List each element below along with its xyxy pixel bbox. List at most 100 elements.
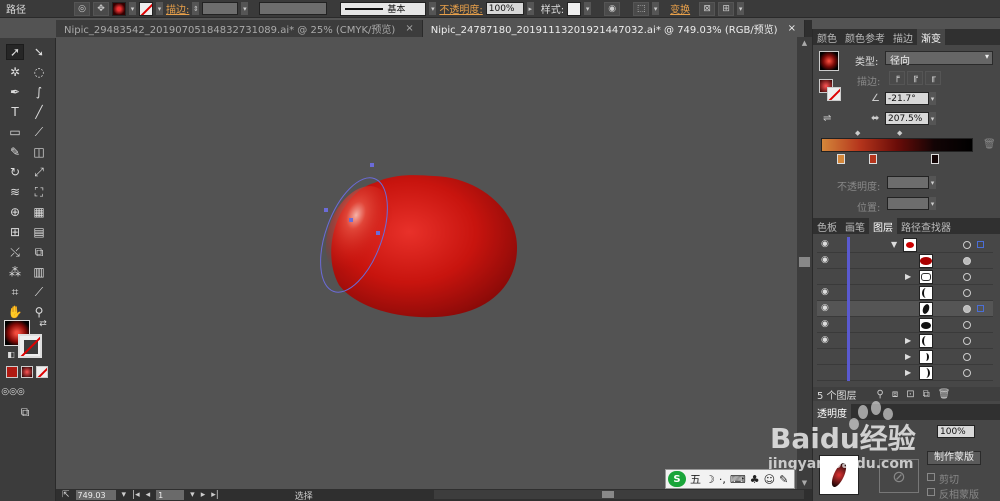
gradient-tool-icon[interactable]: ▤ (30, 224, 48, 240)
punctuation-icon[interactable]: ·, (719, 473, 726, 486)
stroke-stepper-icon[interactable]: ⇕ (192, 2, 200, 15)
eye-icon[interactable]: ◉ (821, 336, 831, 345)
chevron-down-icon[interactable]: ▼ (891, 240, 897, 249)
layer-row[interactable]: ◉ (817, 301, 993, 317)
eye-icon[interactable]: ◉ (821, 288, 831, 297)
anchor-point[interactable] (370, 163, 374, 167)
chevron-right-icon[interactable]: ▶ (905, 336, 911, 345)
slice-tool-icon[interactable]: ⟋ (30, 284, 48, 300)
tab-color-guide[interactable]: 颜色参考 (841, 29, 889, 45)
rotate-tool-icon[interactable]: ↻ (6, 164, 24, 180)
scroll-up-icon[interactable]: ▲ (799, 39, 810, 47)
layer-row[interactable]: ▶ (817, 349, 993, 365)
make-mask-button[interactable]: 制作蒙版 (927, 451, 981, 465)
lasso-tool-icon[interactable]: ◌ (30, 64, 48, 80)
pencil-tool-icon[interactable]: ✎ (6, 144, 24, 160)
variable-width-field[interactable] (259, 2, 328, 15)
artboard-tool-icon[interactable]: ⌗ (6, 284, 24, 300)
paintbrush-tool-icon[interactable]: ⟋ (30, 124, 48, 140)
clipping-mask-icon[interactable]: ⧈ (892, 389, 898, 400)
direct-selection-tool-icon[interactable]: ➘ (30, 44, 48, 60)
prev-page-icon[interactable]: ◂ (146, 490, 151, 500)
skin-icon[interactable]: ♣ (750, 473, 760, 486)
tab-document-1[interactable]: Nipic_29483542_20190705184832731089.ai* … (56, 20, 423, 37)
ime-toolbar[interactable]: S 五 ☽ ·, ⌨ ♣ ☺ ✎ (665, 469, 795, 489)
column-graph-tool-icon[interactable]: ▥ (30, 264, 48, 280)
stroke-style-box[interactable]: 基本 (340, 1, 427, 16)
opacity-dropdown-icon[interactable]: ▸ (526, 2, 534, 15)
clip-checkbox[interactable] (927, 473, 935, 481)
tab-swatches[interactable]: 色板 (813, 218, 841, 234)
layer-row[interactable]: ◉ (817, 285, 993, 301)
eraser-tool-icon[interactable]: ◫ (30, 144, 48, 160)
target-icon[interactable] (963, 321, 971, 329)
close-icon[interactable]: × (405, 23, 413, 34)
page-dropdown-icon[interactable]: ▾ (190, 490, 195, 500)
line-tool-icon[interactable]: ╱ (30, 104, 48, 120)
rectangle-tool-icon[interactable]: ▭ (6, 124, 24, 140)
export-icon[interactable]: ⇱ (62, 490, 70, 500)
scroll-down-icon[interactable]: ▼ (799, 479, 810, 487)
magic-wand-tool-icon[interactable]: ✲ (6, 64, 24, 80)
eye-icon[interactable]: ◉ (821, 320, 831, 329)
delete-stop-icon[interactable]: 🗑 (983, 139, 996, 150)
stroke-across-icon[interactable]: ╓ (925, 71, 941, 85)
user-icon[interactable]: ☺ (764, 473, 775, 486)
reverse-gradient-icon[interactable]: ⇌ (823, 113, 831, 124)
arrange-icon[interactable]: ⊞ (718, 1, 735, 16)
default-colors-icon[interactable]: ◧ (2, 346, 20, 362)
layer-row[interactable]: ▶ (817, 269, 993, 285)
aspect-dropdown-icon[interactable]: ▾ (929, 112, 936, 125)
moon-icon[interactable]: ☽ (705, 473, 715, 486)
target-icon[interactable] (963, 241, 971, 249)
gradient-slider-bar[interactable] (821, 138, 973, 152)
color-mode-button[interactable] (6, 366, 18, 378)
anchor-point[interactable] (349, 218, 353, 222)
stroke-label[interactable]: 描边: (166, 1, 189, 16)
free-transform-tool-icon[interactable]: ⛶ (30, 184, 48, 200)
tab-stroke[interactable]: 描边 (889, 29, 917, 45)
tab-layers[interactable]: 图层 (869, 218, 897, 234)
edit-icon[interactable]: ✥ (93, 1, 109, 16)
angle-dropdown-icon[interactable]: ▾ (929, 92, 936, 105)
layer-row[interactable]: ◉ (817, 253, 993, 269)
horizontal-scrollbar[interactable] (434, 490, 804, 499)
mesh-tool-icon[interactable]: ⊞ (6, 224, 24, 240)
transform-icon[interactable]: ⊠ (699, 1, 716, 16)
tab-brushes[interactable]: 画笔 (841, 218, 869, 234)
last-page-icon[interactable]: ▸| (211, 490, 219, 500)
stroke-weight-field[interactable] (202, 2, 239, 15)
stop-location-dropdown-icon[interactable]: ▾ (929, 197, 936, 210)
screen-mode-icon[interactable]: ⧉ (16, 404, 34, 420)
fill-swatch[interactable] (112, 1, 126, 16)
stroke-dropdown-icon[interactable]: ▾ (156, 2, 163, 15)
perspective-grid-tool-icon[interactable]: ▦ (30, 204, 48, 220)
align-icon[interactable]: ⬚ (633, 1, 650, 16)
invert-mask-checkbox[interactable] (927, 488, 935, 496)
target-icon[interactable] (963, 305, 971, 313)
warp-tool-icon[interactable]: ≋ (6, 184, 24, 200)
selection-tool-icon[interactable]: ➚ (6, 44, 24, 60)
stop-opacity-field[interactable] (887, 176, 929, 189)
color-stop-icon[interactable] (931, 154, 939, 164)
recolor-icon[interactable]: ◉ (604, 1, 621, 16)
target-icon[interactable] (963, 353, 971, 361)
align-dropdown-icon[interactable]: ▾ (652, 2, 660, 15)
midpoint-diamond-icon[interactable]: ◆ (855, 129, 860, 137)
transform-label[interactable]: 变换 (670, 1, 690, 16)
layer-row[interactable]: ◉ (817, 317, 993, 333)
tab-color[interactable]: 颜色 (813, 29, 841, 45)
style-swatch[interactable] (567, 1, 582, 16)
anchor-point[interactable] (324, 208, 328, 212)
anchor-point[interactable] (376, 231, 380, 235)
tools-icon[interactable]: ✎ (779, 473, 788, 486)
shape-builder-tool-icon[interactable]: ⊕ (6, 204, 24, 220)
artboard-canvas[interactable] (56, 37, 797, 489)
hand-tool-icon[interactable]: ✋ (6, 304, 24, 320)
target-icon[interactable] (963, 257, 971, 265)
midpoint-diamond-icon[interactable]: ◆ (897, 129, 902, 137)
curvature-tool-icon[interactable]: ∫ (30, 84, 48, 100)
style-dropdown-icon[interactable]: ▾ (584, 2, 592, 15)
stroke-color-swatch[interactable] (18, 334, 42, 358)
transparency-opacity-field[interactable]: 100% (937, 425, 975, 438)
